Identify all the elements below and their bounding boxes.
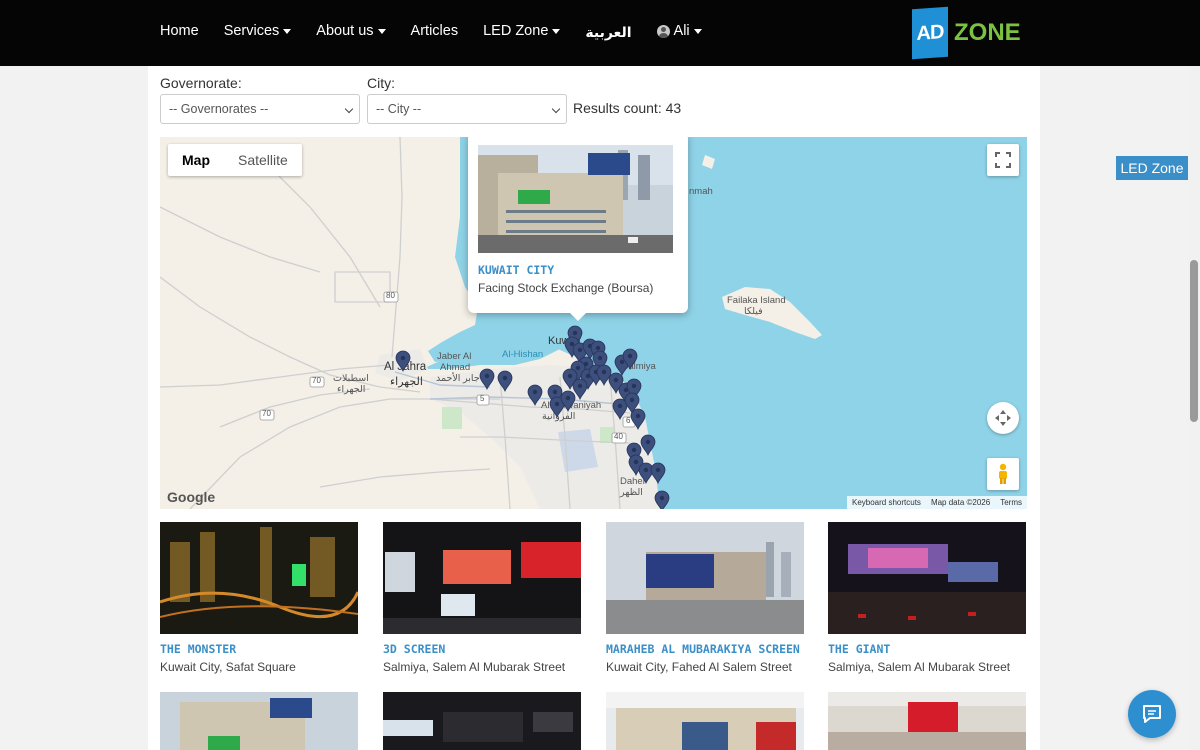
map-marker-pin[interactable] [612, 398, 628, 421]
location-thumbnail[interactable] [606, 522, 804, 634]
user-avatar-icon [656, 24, 670, 38]
location-title[interactable]: THE MONSTER [160, 642, 358, 656]
map-marker-pin[interactable] [650, 462, 666, 485]
scrollbar-thumb[interactable] [1190, 260, 1198, 422]
adzone-logo[interactable]: AD ZONE [912, 6, 1021, 60]
nav-user-menu[interactable]: Ali [656, 23, 702, 39]
location-thumbnail[interactable] [383, 522, 581, 634]
governorate-select-value: -- Governorates -- [169, 102, 269, 116]
page-scrollbar[interactable] [1188, 66, 1200, 750]
location-card[interactable]: THE GIANT Salmiya, Salem Al Mubarak Stre… [828, 522, 1026, 674]
main-nav: Home Services About us Articles LED Zone… [160, 0, 727, 62]
caret-down-icon [693, 28, 702, 34]
location-thumbnail[interactable] [828, 522, 1026, 634]
nav-about-label: About us [316, 23, 374, 39]
map-marker-pin[interactable] [479, 368, 495, 391]
nav-articles-label: Articles [410, 23, 459, 39]
pegman-icon [999, 463, 1007, 484]
map-marker-pin[interactable] [596, 364, 612, 387]
map-marker-pin[interactable] [395, 350, 411, 373]
location-thumbnail[interactable] [606, 692, 804, 750]
nav-articles[interactable]: Articles [411, 23, 459, 39]
info-window-subtitle: Facing Stock Exchange (Boursa) [478, 281, 654, 295]
map-marker-pin[interactable] [527, 384, 543, 407]
logo-ad-mark: AD [912, 6, 948, 60]
location-subtitle: Kuwait City, Fahed Al Salem Street [606, 660, 792, 674]
info-window-title: KUWAIT CITY [478, 263, 555, 277]
nav-about-us[interactable]: About us [316, 23, 386, 39]
locations-map[interactable]: 80 70 70 5 6 40 Al Jahra الجهراء Jaber A… [160, 137, 1027, 509]
map-marker-pin[interactable] [638, 462, 654, 485]
location-thumbnail[interactable] [160, 522, 358, 634]
results-count: Results count: 43 [573, 100, 682, 116]
terms-link[interactable]: Terms [995, 498, 1027, 507]
nav-led-zone-label: LED Zone [483, 23, 549, 39]
map-info-window[interactable]: KUWAIT CITY Facing Stock Exchange (Bours… [468, 137, 688, 321]
nav-home-label: Home [160, 23, 199, 39]
location-photo[interactable] [478, 145, 673, 253]
keyboard-shortcuts-link[interactable]: Keyboard shortcuts [847, 498, 926, 507]
location-subtitle: Kuwait City, Safat Square [160, 660, 296, 674]
google-logo: Google [167, 489, 216, 505]
chevron-down-icon [344, 104, 354, 114]
governorate-select[interactable]: -- Governorates -- [160, 94, 360, 124]
location-thumbnail[interactable] [160, 692, 358, 750]
map-attribution: Keyboard shortcuts Map data ©2026 Terms [847, 496, 1027, 509]
chevron-down-icon [551, 104, 561, 114]
logo-zone-text: ZONE [954, 19, 1021, 46]
map-marker-pin[interactable] [630, 408, 646, 431]
fullscreen-button[interactable] [987, 144, 1019, 176]
nav-services-label: Services [223, 23, 280, 39]
location-title[interactable]: MARAHEB AL MUBARAKIYA SCREEN [606, 642, 804, 656]
chat-button[interactable] [1128, 690, 1176, 738]
main-content: Governorate: -- Governorates -- City: --… [148, 66, 1040, 750]
move-arrows-icon [995, 410, 1011, 426]
map-type-map-button[interactable]: Map [168, 144, 224, 176]
map-type-satellite-button[interactable]: Satellite [224, 144, 302, 176]
location-thumbnail[interactable] [383, 692, 581, 750]
map-data-text: Map data ©2026 [930, 498, 991, 507]
city-label: City: [367, 75, 395, 91]
led-zone-side-tab[interactable]: LED Zone [1116, 156, 1188, 180]
caret-down-icon [377, 28, 386, 34]
street-view-pegman-button[interactable] [987, 458, 1019, 490]
nav-services[interactable]: Services [224, 23, 292, 39]
map-marker-pin[interactable] [654, 490, 670, 509]
user-name: Ali [673, 23, 690, 39]
top-navbar: Home Services About us Articles LED Zone… [0, 0, 1200, 66]
location-title[interactable]: 3D SCREEN [383, 642, 581, 656]
location-subtitle: Salmiya, Salem Al Mubarak Street [828, 660, 1011, 674]
city-select[interactable]: -- City -- [367, 94, 567, 124]
map-marker-pin[interactable] [497, 370, 513, 393]
nav-home[interactable]: Home [160, 23, 199, 39]
location-thumbnail[interactable] [828, 692, 1026, 750]
caret-down-icon [283, 28, 292, 34]
location-subtitle: Salmiya, Salem Al Mubarak Street [383, 660, 566, 674]
city-select-value: -- City -- [376, 102, 422, 116]
camera-control-button[interactable] [987, 402, 1019, 434]
map-marker-pin[interactable] [640, 434, 656, 457]
nav-arabic-label: العربية [585, 25, 632, 41]
location-title[interactable]: THE GIANT [828, 642, 1026, 656]
caret-down-icon [552, 28, 561, 34]
governorate-label: Governorate: [160, 75, 242, 91]
location-card[interactable]: MARAHEB AL MUBARAKIYA SCREEN Kuwait City… [606, 522, 804, 674]
chat-bubble-icon [1143, 705, 1161, 723]
fullscreen-icon [995, 152, 1011, 168]
nav-led-zone[interactable]: LED Zone [483, 23, 561, 39]
map-type-toggle: Map Satellite [168, 144, 302, 176]
nav-arabic-language[interactable]: العربية [585, 25, 631, 41]
location-card[interactable]: 3D SCREEN Salmiya, Salem Al Mubarak Stre… [383, 522, 581, 674]
location-card[interactable]: THE MONSTER Kuwait City, Safat Square [160, 522, 358, 674]
